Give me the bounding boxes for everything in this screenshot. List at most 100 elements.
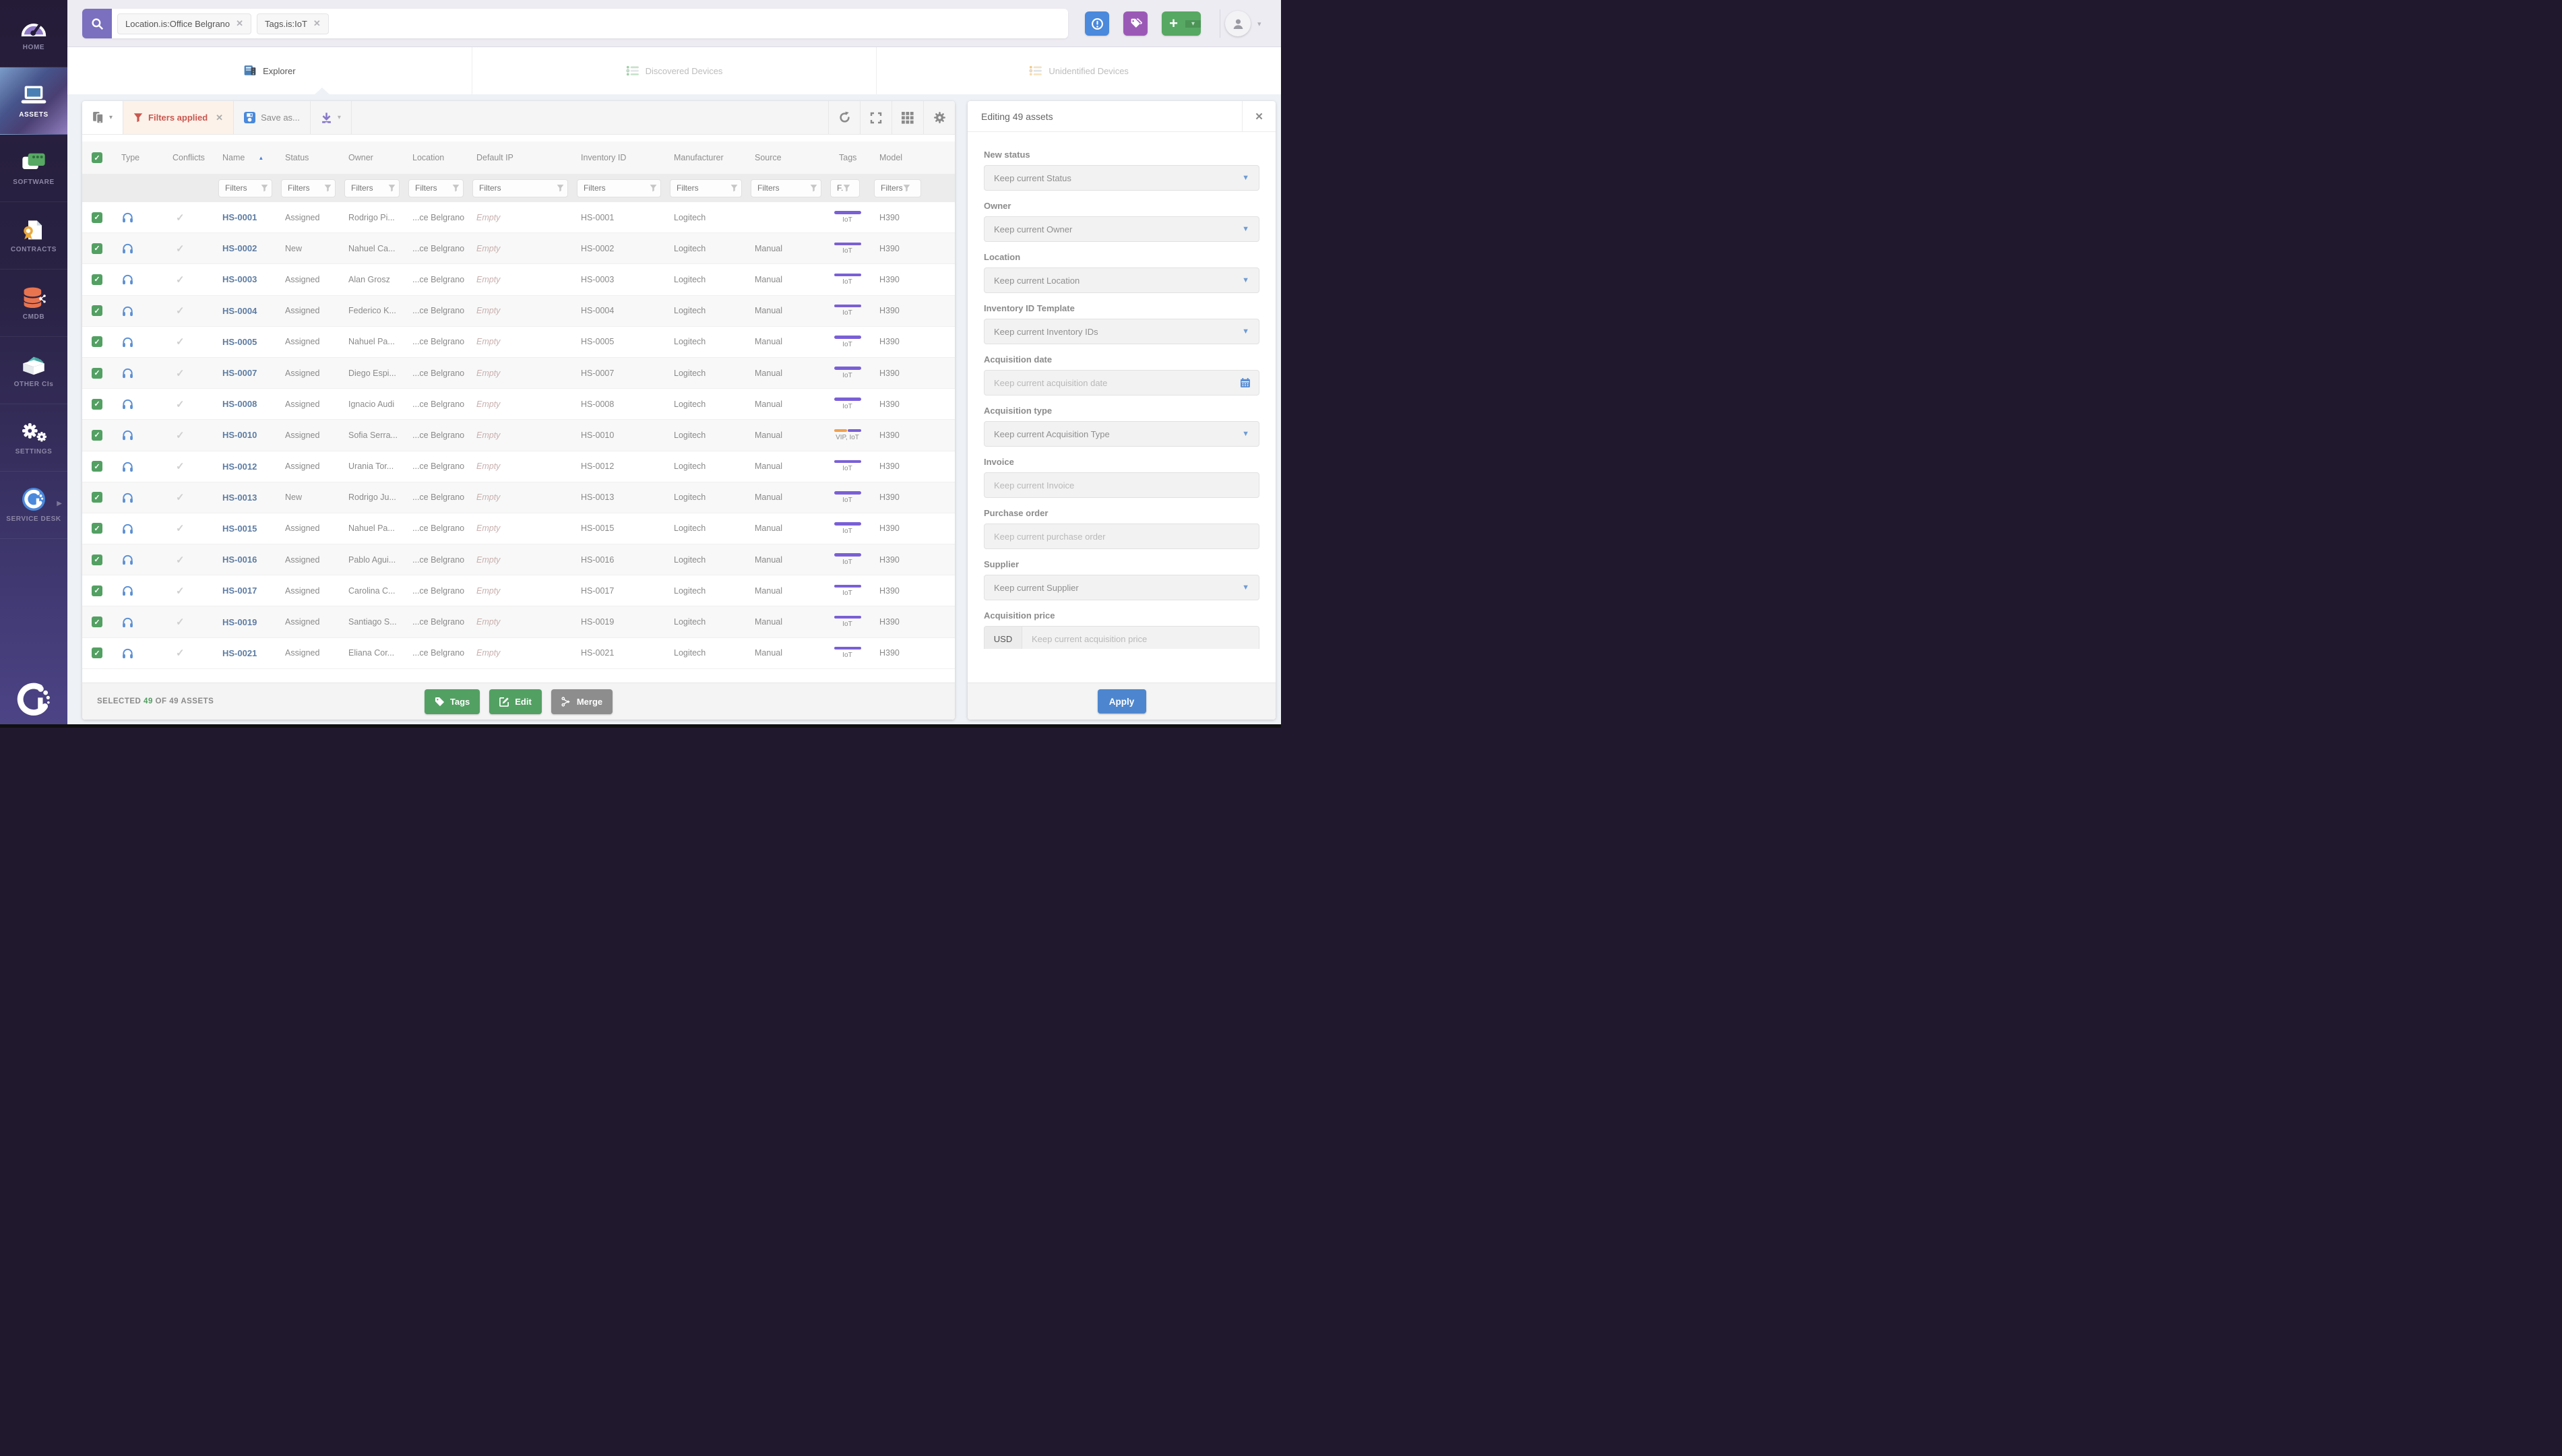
column-header-tags[interactable]: Tags — [825, 153, 869, 162]
new-status-select[interactable]: Keep current Status▼ — [984, 165, 1259, 191]
tab-explorer[interactable]: Explorer — [67, 47, 472, 94]
column-header-manufacturer[interactable]: Manufacturer — [665, 153, 746, 162]
remove-chip-icon[interactable]: ✕ — [236, 18, 243, 29]
column-header-default-ip[interactable]: Default IP — [468, 153, 572, 162]
table-row[interactable]: ✓ HS-0015 Assigned Nahuel Pa... ...ce Be… — [82, 513, 955, 544]
grid-view-button[interactable] — [892, 101, 923, 134]
select-all-checkbox[interactable] — [92, 152, 102, 163]
add-asset-split-button[interactable]: + ▾ — [1162, 11, 1201, 36]
location-filter-input[interactable] — [408, 179, 464, 197]
bulk-tags-button[interactable]: Tags — [425, 689, 480, 714]
table-row[interactable]: ✓ HS-0002 New Nahuel Ca... ...ce Belgran… — [82, 233, 955, 264]
asset-name-link[interactable]: HS-0003 — [222, 274, 257, 284]
asset-views-button[interactable]: ▾ — [82, 101, 123, 134]
search-field[interactable]: Location.is:Office Belgrano ✕ Tags.is:Io… — [112, 9, 1068, 38]
acquisition-type-select[interactable]: Keep current Acquisition Type▼ — [984, 421, 1259, 447]
name-filter-input[interactable] — [218, 179, 272, 197]
table-row[interactable]: ✓ HS-0017 Assigned Carolina C... ...ce B… — [82, 575, 955, 606]
sidebar-item-software[interactable]: SOFTWARE — [0, 135, 67, 202]
asset-name-link[interactable]: HS-0008 — [222, 399, 257, 409]
acquisition-price-input[interactable] — [1022, 627, 1259, 649]
sidebar-item-contracts[interactable]: CONTRACTS — [0, 202, 67, 270]
sidebar-item-other-cis[interactable]: OTHER CIs — [0, 337, 67, 404]
supplier-select[interactable]: Keep current Supplier▼ — [984, 575, 1259, 600]
sidebar-item-cmdb[interactable]: CMDB — [0, 270, 67, 337]
asset-name-link[interactable]: HS-0007 — [222, 368, 257, 378]
asset-name-link[interactable]: HS-0010 — [222, 430, 257, 440]
close-panel-button[interactable]: ✕ — [1242, 101, 1276, 132]
column-header-name[interactable]: Name▲ — [214, 153, 276, 162]
table-row[interactable]: ✓ HS-0007 Assigned Diego Espi... ...ce B… — [82, 358, 955, 389]
asset-name-link[interactable]: HS-0012 — [222, 462, 257, 472]
table-row[interactable]: ✓ HS-0004 Assigned Federico K... ...ce B… — [82, 296, 955, 327]
row-checkbox[interactable] — [92, 461, 102, 472]
column-header-status[interactable]: Status — [276, 153, 340, 162]
asset-name-link[interactable]: HS-0002 — [222, 243, 257, 253]
source-filter-input[interactable] — [751, 179, 821, 197]
table-row[interactable]: ✓ HS-0019 Assigned Santiago S... ...ce B… — [82, 606, 955, 637]
table-settings-button[interactable] — [923, 101, 955, 134]
sidebar-item-service-desk[interactable]: ▶ SERVICE DESK — [0, 472, 67, 539]
asset-name-link[interactable]: HS-0017 — [222, 585, 257, 596]
column-header-model[interactable]: Model — [869, 153, 955, 162]
tab-unidentified-devices[interactable]: Unidentified Devices — [876, 47, 1281, 94]
merge-button[interactable]: Merge — [551, 689, 613, 714]
row-checkbox[interactable] — [92, 616, 102, 627]
acquisition-date-input[interactable] — [985, 371, 1240, 395]
clear-filters-icon[interactable]: ✕ — [216, 113, 223, 123]
location-select[interactable]: Keep current Location▼ — [984, 267, 1259, 293]
asset-name-link[interactable]: HS-0001 — [222, 212, 257, 222]
table-row[interactable]: ✓ HS-0016 Assigned Pablo Agui... ...ce B… — [82, 544, 955, 575]
owner-filter-input[interactable] — [344, 179, 400, 197]
asset-name-link[interactable]: HS-0013 — [222, 493, 257, 503]
status-filter-input[interactable] — [281, 179, 336, 197]
table-row[interactable]: ✓ HS-0005 Assigned Nahuel Pa... ...ce Be… — [82, 327, 955, 358]
export-button[interactable]: ▾ — [311, 101, 352, 134]
row-checkbox[interactable] — [92, 399, 102, 410]
apply-button[interactable]: Apply — [1098, 689, 1146, 714]
table-row[interactable]: ✓ HS-0003 Assigned Alan Grosz ...ce Belg… — [82, 264, 955, 295]
column-header-source[interactable]: Source — [746, 153, 825, 162]
row-checkbox[interactable] — [92, 305, 102, 316]
add-icon[interactable]: + — [1162, 15, 1185, 32]
asset-name-link[interactable]: HS-0005 — [222, 337, 257, 347]
search-button[interactable] — [82, 9, 112, 38]
table-row[interactable]: ✓ HS-0012 Assigned Urania Tor... ...ce B… — [82, 451, 955, 482]
column-header-type[interactable]: Type — [112, 153, 170, 162]
column-header-conflicts[interactable]: Conflicts — [170, 153, 214, 162]
asset-name-link[interactable]: HS-0004 — [222, 306, 257, 316]
tab-discovered-devices[interactable]: Discovered Devices — [472, 47, 877, 94]
default-ip-filter-input[interactable] — [472, 179, 568, 197]
table-row[interactable]: ✓ HS-0001 Assigned Rodrigo Pi... ...ce B… — [82, 202, 955, 233]
user-avatar[interactable] — [1225, 11, 1251, 36]
manufacturer-filter-input[interactable] — [670, 179, 742, 197]
row-checkbox[interactable] — [92, 243, 102, 254]
tags-manager-button[interactable] — [1123, 11, 1148, 36]
model-filter-input[interactable] — [874, 179, 921, 197]
asset-name-link[interactable]: HS-0015 — [222, 524, 257, 534]
inventory-id-template-select[interactable]: Keep current Inventory IDs▼ — [984, 319, 1259, 344]
column-header-inventory-id[interactable]: Inventory ID — [572, 153, 665, 162]
row-checkbox[interactable] — [92, 336, 102, 347]
remove-chip-icon[interactable]: ✕ — [313, 18, 321, 29]
alerts-button[interactable] — [1085, 11, 1109, 36]
table-row[interactable]: ✓ HS-0013 New Rodrigo Ju... ...ce Belgra… — [82, 482, 955, 513]
table-row[interactable]: ✓ HS-0008 Assigned Ignacio Audi ...ce Be… — [82, 389, 955, 420]
inventory-id-filter-input[interactable] — [577, 179, 661, 197]
bulk-edit-button[interactable]: Edit — [489, 689, 542, 714]
row-checkbox[interactable] — [92, 647, 102, 658]
row-checkbox[interactable] — [92, 430, 102, 441]
row-checkbox[interactable] — [92, 368, 102, 379]
row-checkbox[interactable] — [92, 492, 102, 503]
row-checkbox[interactable] — [92, 555, 102, 565]
user-menu-caret-icon[interactable]: ▾ — [1257, 20, 1261, 28]
refresh-button[interactable] — [828, 101, 860, 134]
table-row[interactable]: ✓ HS-0010 Assigned Sofia Serra... ...ce … — [82, 420, 955, 451]
fullscreen-button[interactable] — [860, 101, 892, 134]
asset-name-link[interactable]: HS-0019 — [222, 617, 257, 627]
sidebar-item-settings[interactable]: SETTINGS — [0, 404, 67, 472]
row-checkbox[interactable] — [92, 212, 102, 223]
filters-applied-button[interactable]: Filters applied ✕ — [123, 101, 234, 134]
tags-filter-input[interactable] — [830, 179, 860, 197]
sidebar-item-assets[interactable]: ASSETS — [0, 67, 67, 135]
